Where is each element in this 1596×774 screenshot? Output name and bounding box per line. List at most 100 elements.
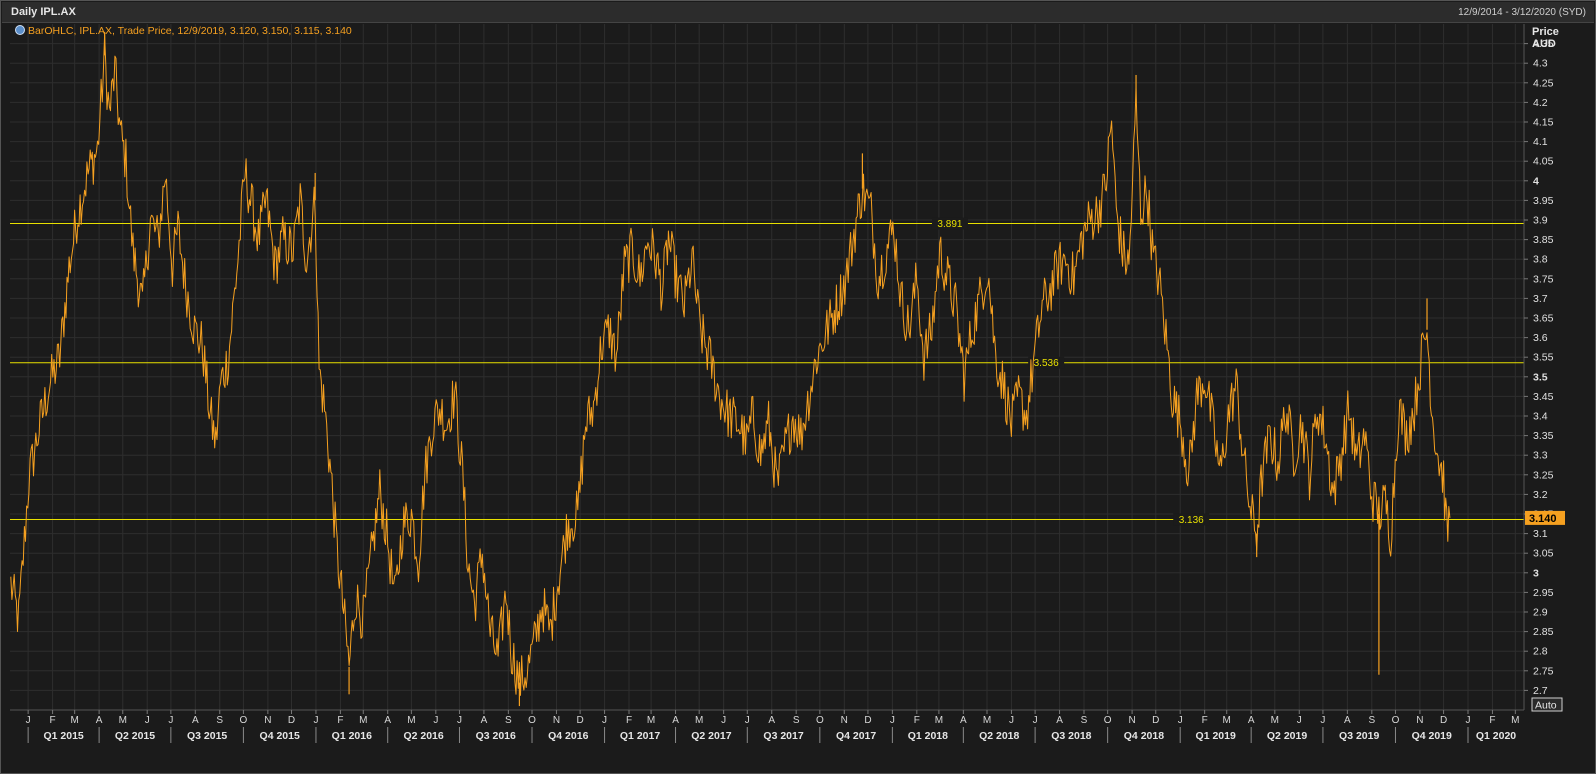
month-tick-label: F xyxy=(914,715,920,726)
y-tick-label: 3.75 xyxy=(1533,273,1554,285)
month-tick-label: N xyxy=(841,715,848,726)
month-tick-label: F xyxy=(626,715,632,726)
auto-button[interactable]: Auto xyxy=(1531,697,1563,712)
month-tick-label: A xyxy=(192,715,199,726)
y-tick-label: 3.35 xyxy=(1533,430,1554,442)
y-tick-label: 3.95 xyxy=(1533,195,1554,207)
y-tick-label: 3.9 xyxy=(1533,215,1548,227)
quarter-label: Q2 2015 xyxy=(115,730,155,742)
quarter-label: Q1 2015 xyxy=(43,730,83,742)
quarter-label: Q1 2018 xyxy=(908,730,948,742)
month-tick-label: D xyxy=(1440,715,1447,726)
month-tick-label: S xyxy=(1368,715,1375,726)
month-tick-label: F xyxy=(337,715,343,726)
month-tick-label: A xyxy=(1056,715,1063,726)
y-tick-label: 4.25 xyxy=(1533,77,1554,89)
quarter-label: Q1 2016 xyxy=(332,730,372,742)
quarter-label: Q3 2015 xyxy=(187,730,227,742)
y-tick-label: 4.3 xyxy=(1533,58,1548,70)
month-tick-label: O xyxy=(816,715,824,726)
quarter-label: Q4 2019 xyxy=(1412,730,1452,742)
month-tick-label: A xyxy=(481,715,488,726)
y-tick-label: 2.9 xyxy=(1533,607,1548,619)
month-tick-label: A xyxy=(384,715,391,726)
y-tick-label: 3.6 xyxy=(1533,332,1548,344)
month-tick-label: A xyxy=(96,715,103,726)
month-tick-label: O xyxy=(1392,715,1400,726)
month-tick-label: J xyxy=(1466,715,1471,726)
month-tick-label: M xyxy=(695,715,703,726)
quarter-label: Q3 2019 xyxy=(1339,730,1379,742)
y-tick-label: 3.05 xyxy=(1533,548,1554,560)
chart-window: Daily IPL.AX 12/9/2014 - 3/12/2020 (SYD)… xyxy=(0,0,1596,774)
quarter-label: Q4 2018 xyxy=(1124,730,1164,742)
quarter-label: Q3 2018 xyxy=(1051,730,1091,742)
legend-icon[interactable] xyxy=(15,25,25,35)
month-tick-label: J xyxy=(26,715,31,726)
quarter-label: Q3 2017 xyxy=(763,730,803,742)
month-tick-label: O xyxy=(240,715,248,726)
y-tick-label: 3 xyxy=(1533,567,1539,579)
quarter-label: Q1 2019 xyxy=(1196,730,1236,742)
y-tick-label: 4.2 xyxy=(1533,97,1548,109)
y-tick-label: 2.8 xyxy=(1533,646,1548,658)
y-tick-label: 2.75 xyxy=(1533,665,1554,677)
y-tick-label: 4.05 xyxy=(1533,156,1554,168)
y-tick-label: 3.65 xyxy=(1533,313,1554,325)
quarter-label: Q4 2017 xyxy=(836,730,876,742)
month-tick-label: J xyxy=(1178,715,1183,726)
month-tick-label: M xyxy=(119,715,127,726)
month-tick-label: J xyxy=(1320,715,1325,726)
y-tick-label: 4.1 xyxy=(1533,136,1548,148)
y-tick-label: 4.15 xyxy=(1533,117,1554,129)
month-tick-label: M xyxy=(1271,715,1279,726)
month-tick-label: J xyxy=(457,715,462,726)
level-label: 3.891 xyxy=(937,219,962,230)
level-label: 3.136 xyxy=(1179,515,1204,526)
price-chart[interactable]: 3.891 3.536 3.136 2.7 2.75 2.8 2.85 2.9 2.95 3 3.… xyxy=(1,1,1595,773)
quarter-label: Q2 2018 xyxy=(979,730,1019,742)
y-tick-label: 3.3 xyxy=(1533,450,1548,462)
month-tick-label: A xyxy=(960,715,967,726)
month-tick-label: D xyxy=(864,715,871,726)
quarter-label: Q4 2016 xyxy=(548,730,588,742)
month-tick-label: M xyxy=(983,715,991,726)
month-tick-label: M xyxy=(407,715,415,726)
auto-button-label[interactable]: Auto xyxy=(1535,700,1557,712)
month-tick-label: J xyxy=(745,715,750,726)
legend: BarOHLC, IPL.AX, Trade Price, 12/9/2019,… xyxy=(15,25,352,37)
month-tick-label: J xyxy=(721,715,726,726)
quarter-label: Q1 2017 xyxy=(620,730,660,742)
month-tick-label: J xyxy=(1297,715,1302,726)
y-tick-label: 2.95 xyxy=(1533,587,1554,599)
quarter-label: Q2 2019 xyxy=(1267,730,1307,742)
y-tick-label: 3.5 xyxy=(1533,371,1548,383)
month-tick-label: J xyxy=(602,715,607,726)
y-tick-label: 2.85 xyxy=(1533,626,1554,638)
month-tick-label: D xyxy=(288,715,295,726)
y-tick-label: 4 xyxy=(1533,175,1539,187)
level-label: 3.536 xyxy=(1034,358,1059,369)
month-tick-label: J xyxy=(168,715,173,726)
y-tick-label: 3.1 xyxy=(1533,528,1548,540)
month-tick-label: A xyxy=(672,715,679,726)
month-tick-label: F xyxy=(50,715,56,726)
quarter-label: Q2 2016 xyxy=(403,730,443,742)
month-tick-label: J xyxy=(145,715,150,726)
month-tick-label: O xyxy=(528,715,536,726)
quarter-label: Q4 2015 xyxy=(260,730,300,742)
quarter-label: Q3 2016 xyxy=(476,730,516,742)
month-tick-label: O xyxy=(1104,715,1112,726)
month-tick-label: S xyxy=(1081,715,1088,726)
y-tick-label: 3.8 xyxy=(1533,254,1548,266)
month-tick-label: M xyxy=(1511,715,1519,726)
month-tick-label: M xyxy=(70,715,78,726)
month-tick-label: F xyxy=(1202,715,1208,726)
month-tick-label: M xyxy=(935,715,943,726)
month-tick-label: F xyxy=(1489,715,1495,726)
month-tick-label: M xyxy=(1223,715,1231,726)
month-tick-label: D xyxy=(1152,715,1159,726)
month-tick-label: A xyxy=(1248,715,1255,726)
y-axis: 2.72.752.82.852.92.9533.053.13.153.23.25… xyxy=(1524,38,1554,697)
y-tick-label: 3.7 xyxy=(1533,293,1548,305)
